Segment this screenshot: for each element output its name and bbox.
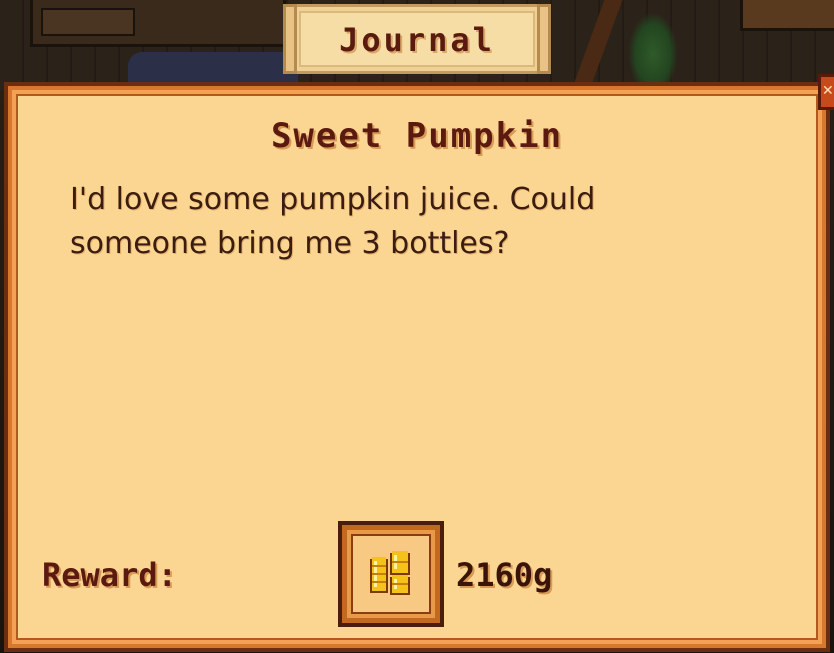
reward-item-slot — [338, 521, 444, 627]
gold-coins-icon — [370, 551, 410, 595]
background-shelf — [740, 0, 834, 31]
reward-amount: 2160g — [456, 556, 553, 594]
journal-tab-label: Journal — [339, 21, 495, 59]
reward-label: Reward: — [42, 556, 177, 594]
background-rug — [128, 52, 298, 82]
quest-title: Sweet Pumpkin — [270, 116, 564, 156]
background-dresser — [30, 0, 286, 47]
game-screen: Sweet Pumpkin I'd love some pumpkin juic… — [0, 0, 834, 653]
quest-detail-panel: Sweet Pumpkin I'd love some pumpkin juic… — [4, 82, 830, 652]
quest-description: I'd love some pumpkin juice. Could someo… — [70, 182, 596, 261]
close-button[interactable]: ✕ — [818, 74, 834, 110]
journal-tab[interactable]: Journal — [283, 4, 551, 74]
background-plant — [628, 12, 678, 82]
close-icon: ✕ — [822, 83, 834, 99]
